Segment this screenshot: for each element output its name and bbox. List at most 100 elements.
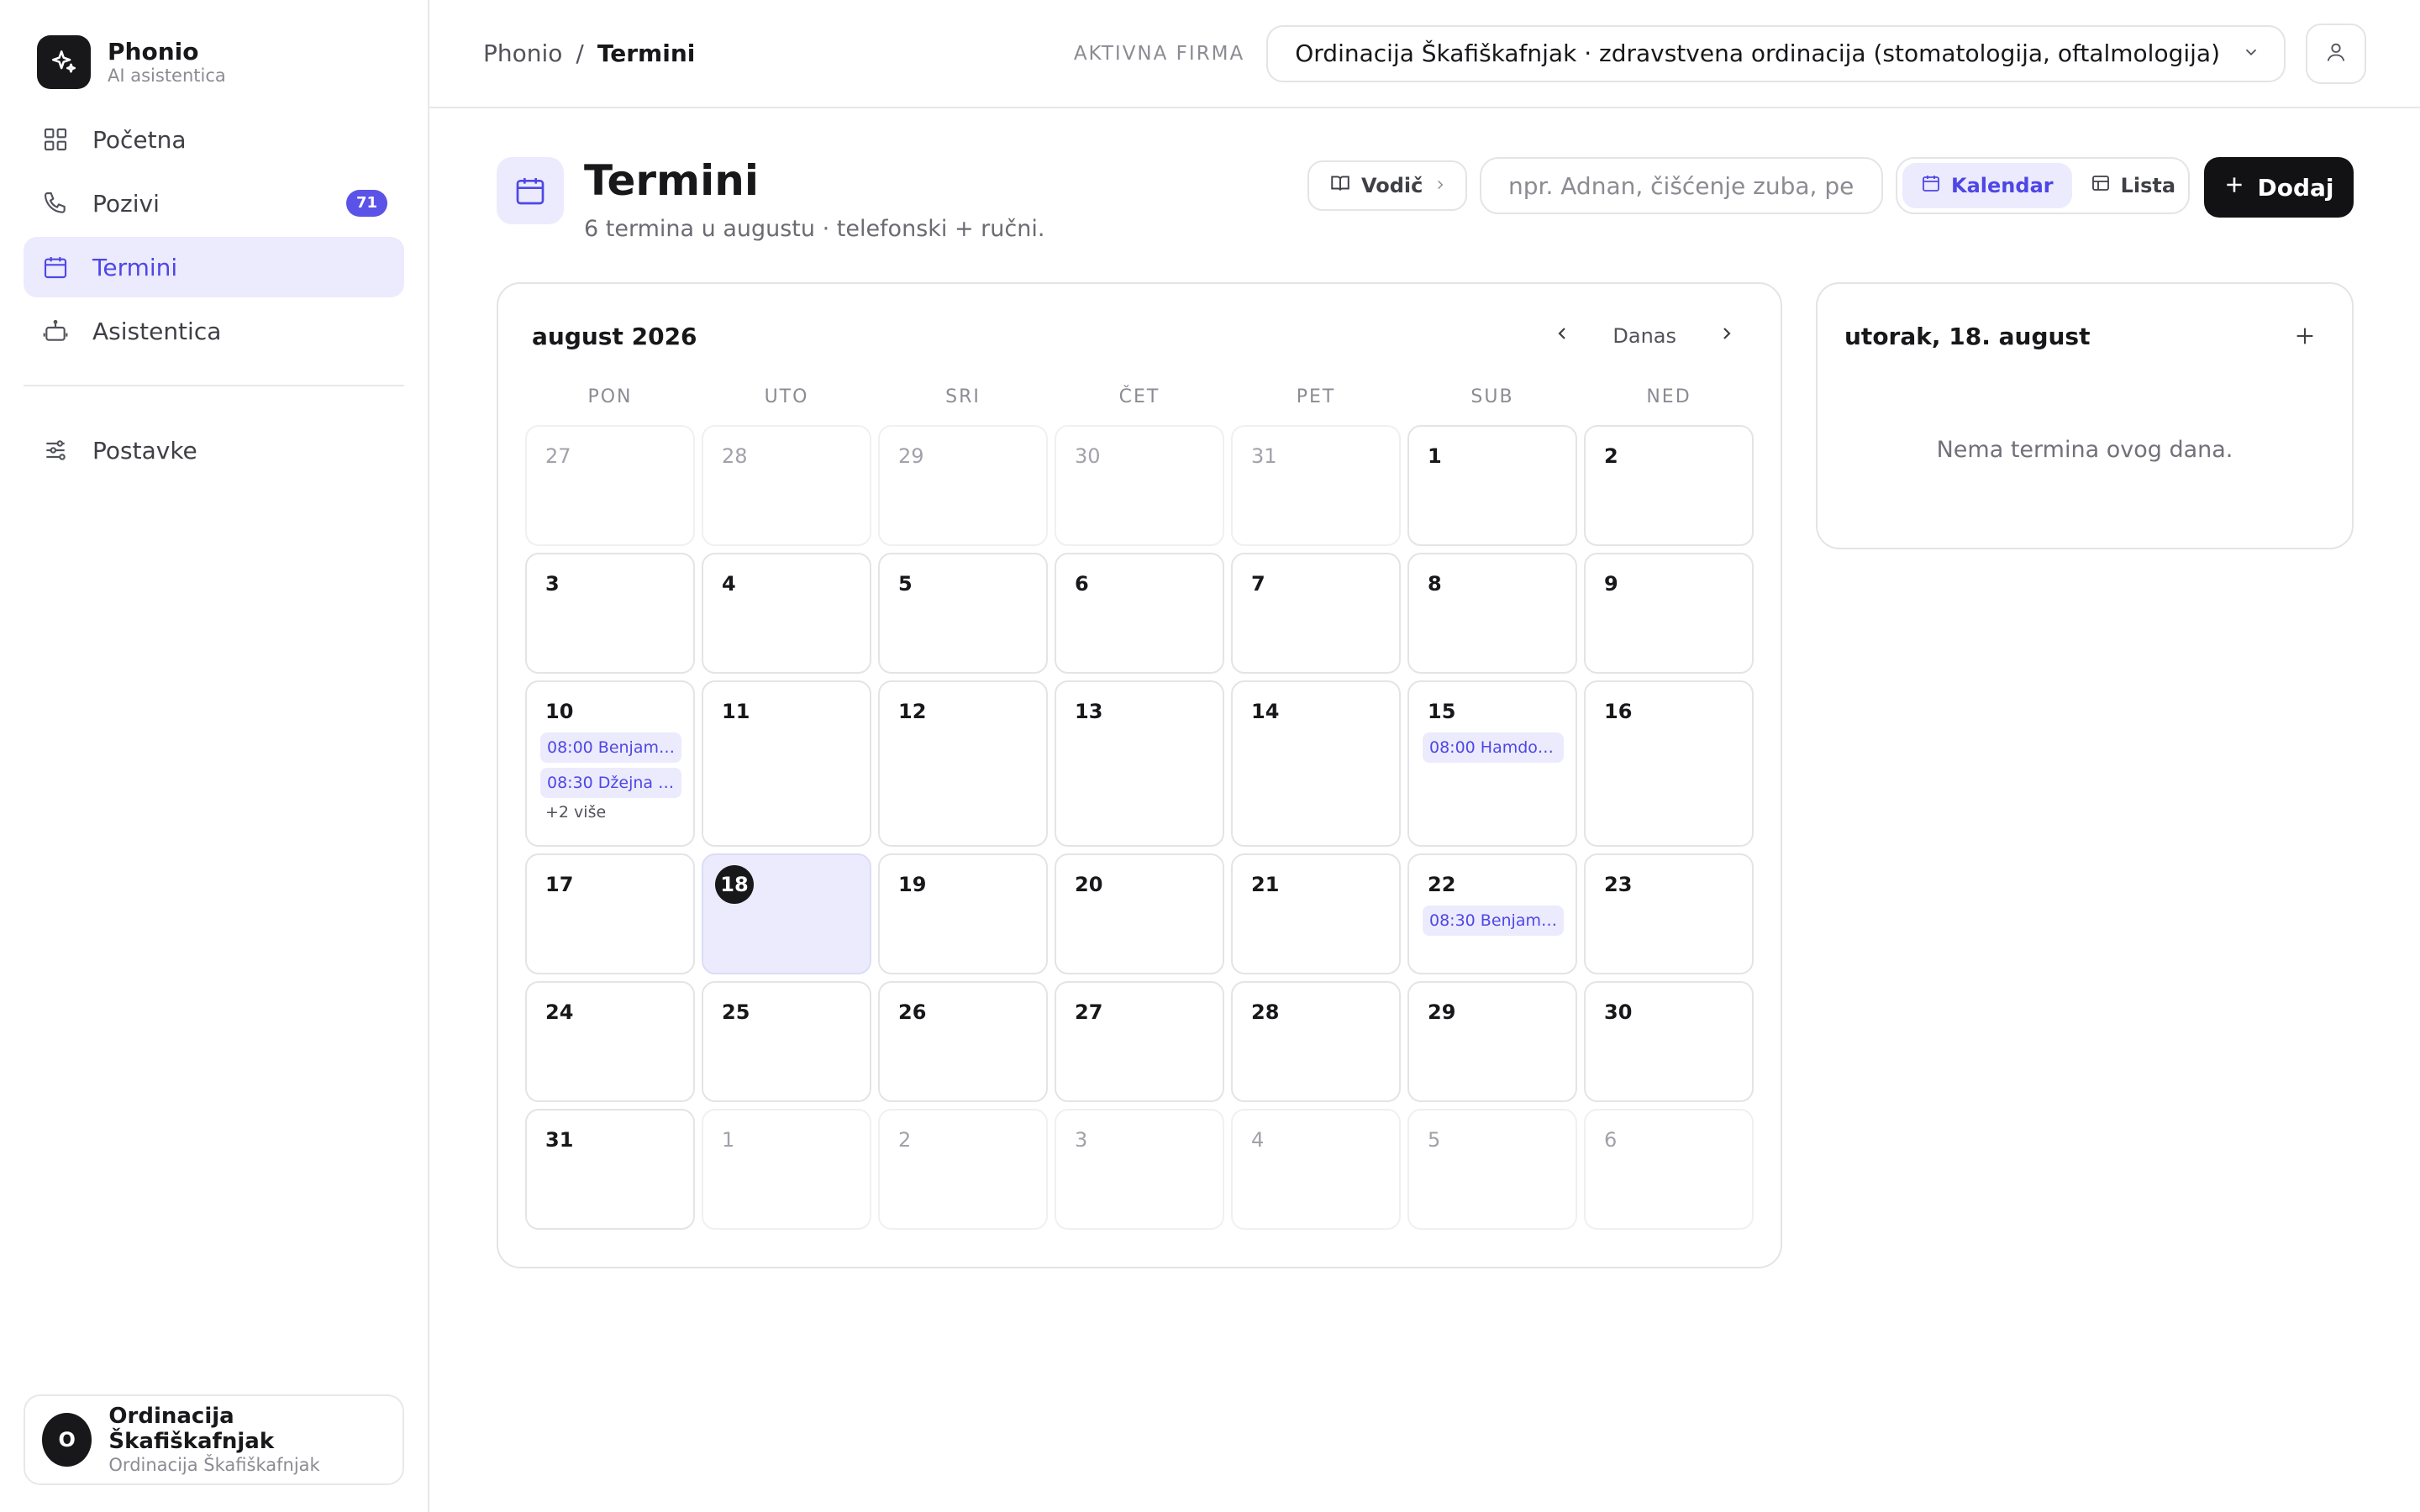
- search-input[interactable]: [1480, 157, 1883, 214]
- calendar-day-cell[interactable]: 5: [1407, 1109, 1577, 1230]
- calendar-day-cell[interactable]: 9: [1584, 553, 1754, 674]
- calendar-day-cell[interactable]: 2: [1584, 425, 1754, 546]
- calendar-day-cell[interactable]: 2: [878, 1109, 1048, 1230]
- calendar-day-cell[interactable]: 18: [702, 853, 871, 974]
- tab-label: Kalendar: [1951, 174, 2054, 197]
- calendar-day-cell[interactable]: 1: [1407, 425, 1577, 546]
- day-number: 4: [722, 572, 736, 596]
- guide-button[interactable]: Vodič: [1307, 160, 1467, 211]
- user-menu-button[interactable]: [2306, 23, 2366, 84]
- calendar-day-cell[interactable]: 24: [525, 981, 695, 1102]
- calendar-day-cell[interactable]: 16: [1584, 680, 1754, 847]
- day-number: 30: [1604, 1000, 1633, 1024]
- calendar-day-cell[interactable]: 27: [1055, 981, 1224, 1102]
- grid-icon: [40, 124, 71, 155]
- calendar-day-cell[interactable]: 3: [1055, 1109, 1224, 1230]
- calendar-day-cell[interactable]: 26: [878, 981, 1048, 1102]
- brand[interactable]: Phonio AI asistentica: [24, 32, 404, 92]
- calendar-day-cell[interactable]: 6: [1055, 553, 1224, 674]
- calendar-day-cell[interactable]: 25: [702, 981, 871, 1102]
- calendar-day-cell[interactable]: 27: [525, 425, 695, 546]
- calendar-day-cell[interactable]: 14: [1231, 680, 1401, 847]
- calendar-day-cell[interactable]: 23: [1584, 853, 1754, 974]
- calendar-day-cell[interactable]: 28: [702, 425, 871, 546]
- calendar-day-cell[interactable]: 19: [878, 853, 1048, 974]
- plus-icon: [2296, 328, 2313, 344]
- sidebar-item-asistentica[interactable]: Asistentica: [24, 301, 404, 361]
- day-number: 17: [545, 873, 574, 896]
- appointment-chip[interactable]: 08:00 Hamdo …: [1423, 732, 1564, 763]
- day-number: 29: [898, 444, 924, 468]
- month-grid: 27 28 29 30 31 1 2 3 4 5 6 7 8 9 10 08:00 Benjami… 08:30…: [525, 425, 1754, 1230]
- brand-subtitle: AI asistentica: [108, 66, 226, 86]
- main-content: Phonio / Termini AKTIVNA FIRMA Ordinacij…: [429, 0, 2420, 1512]
- book-icon: [1329, 172, 1351, 199]
- calendar-day-cell[interactable]: 4: [1231, 1109, 1401, 1230]
- day-number: 22: [1428, 873, 1456, 896]
- calendar-day-cell[interactable]: 21: [1231, 853, 1401, 974]
- weekday-label: NED: [1646, 386, 1691, 407]
- calendar-day-cell[interactable]: 8: [1407, 553, 1577, 674]
- day-number: 19: [898, 873, 927, 896]
- calendar-day-cell[interactable]: 20: [1055, 853, 1224, 974]
- appointment-chip[interactable]: 08:00 Benjami…: [540, 732, 681, 763]
- chevron-right-icon: [1433, 174, 1448, 197]
- day-number: 18: [715, 865, 754, 904]
- sidebar-item-termini[interactable]: Termini: [24, 237, 404, 297]
- calendar-day-cell[interactable]: 30: [1055, 425, 1224, 546]
- day-panel: utorak, 18. august Nema termina ovog dan…: [1816, 282, 2354, 549]
- weekday-header: PON UTO SRI ČET PET SUB NED: [525, 386, 1754, 418]
- appointment-chip[interactable]: 08:30 Benjami…: [1423, 906, 1564, 936]
- calendar-day-cell[interactable]: 1: [702, 1109, 871, 1230]
- calendar-icon: [497, 157, 564, 224]
- calendar-day-cell[interactable]: 31: [1231, 425, 1401, 546]
- more-appointments-link[interactable]: +2 više: [545, 803, 676, 822]
- day-number: 21: [1251, 873, 1280, 896]
- plus-icon: [2223, 174, 2245, 202]
- day-empty-message: Nema termina ovog dana.: [1936, 437, 2233, 463]
- active-firm-select[interactable]: Ordinacija Škafiškafnjak · zdravstvena o…: [1266, 24, 2286, 82]
- calendar-day-cell[interactable]: 7: [1231, 553, 1401, 674]
- add-day-appointment-button[interactable]: [2291, 323, 2318, 349]
- add-appointment-button[interactable]: Dodaj: [2204, 157, 2354, 218]
- calendar-day-cell[interactable]: 4: [702, 553, 871, 674]
- sidebar-item-pocetna[interactable]: Početna: [24, 109, 404, 170]
- calendar-day-cell[interactable]: 11: [702, 680, 871, 847]
- calendar-day-cell[interactable]: 6: [1584, 1109, 1754, 1230]
- day-number: 12: [898, 700, 927, 723]
- calendar-day-cell[interactable]: 13: [1055, 680, 1224, 847]
- calendar-day-cell[interactable]: 17: [525, 853, 695, 974]
- sidebar: Phonio AI asistentica Početna Pozivi 71 …: [0, 0, 429, 1512]
- calendar-icon: [40, 252, 71, 282]
- sidebar-item-pozivi[interactable]: Pozivi 71: [24, 173, 404, 234]
- calendar-day-cell[interactable]: 29: [878, 425, 1048, 546]
- guide-label: Vodič: [1361, 174, 1423, 197]
- calendar-day-cell[interactable]: 12: [878, 680, 1048, 847]
- prev-month-button[interactable]: [1552, 323, 1572, 349]
- calendar-day-cell[interactable]: 15 08:00 Hamdo …: [1407, 680, 1577, 847]
- sidebar-item-postavke[interactable]: Postavke: [24, 420, 404, 480]
- appointment-chip[interactable]: 08:30 Džejna P…: [540, 768, 681, 798]
- day-number: 11: [722, 700, 750, 723]
- calendar-day-cell[interactable]: 5: [878, 553, 1048, 674]
- calendar-day-cell[interactable]: 22 08:30 Benjami…: [1407, 853, 1577, 974]
- day-number: 25: [722, 1000, 750, 1024]
- view-toggle: Kalendar Lista: [1896, 157, 2190, 214]
- chevron-left-icon: [1558, 328, 1566, 339]
- today-button[interactable]: Danas: [1612, 324, 1676, 348]
- calendar-day-cell[interactable]: 28: [1231, 981, 1401, 1102]
- calendar-day-cell[interactable]: 31: [525, 1109, 695, 1230]
- main-nav: Početna Pozivi 71 Termini Asistentica Po…: [24, 109, 404, 480]
- next-month-button[interactable]: [1717, 323, 1737, 349]
- calendar-day-cell[interactable]: 30: [1584, 981, 1754, 1102]
- calendar-day-cell[interactable]: 10 08:00 Benjami… 08:30 Džejna P… +2 više: [525, 680, 695, 847]
- tab-kalendar[interactable]: Kalendar: [1902, 163, 2072, 208]
- sidebar-item-label: Termini: [92, 253, 178, 281]
- breadcrumb-root[interactable]: Phonio: [483, 39, 562, 67]
- day-number: 1: [722, 1128, 735, 1152]
- calendar-day-cell[interactable]: 3: [525, 553, 695, 674]
- tab-lista[interactable]: Lista: [2072, 163, 2194, 208]
- account-switcher[interactable]: O Ordinacija Škafiškafnjak Ordinacija Šk…: [24, 1394, 404, 1485]
- sidebar-item-label: Postavke: [92, 436, 197, 465]
- calendar-day-cell[interactable]: 29: [1407, 981, 1577, 1102]
